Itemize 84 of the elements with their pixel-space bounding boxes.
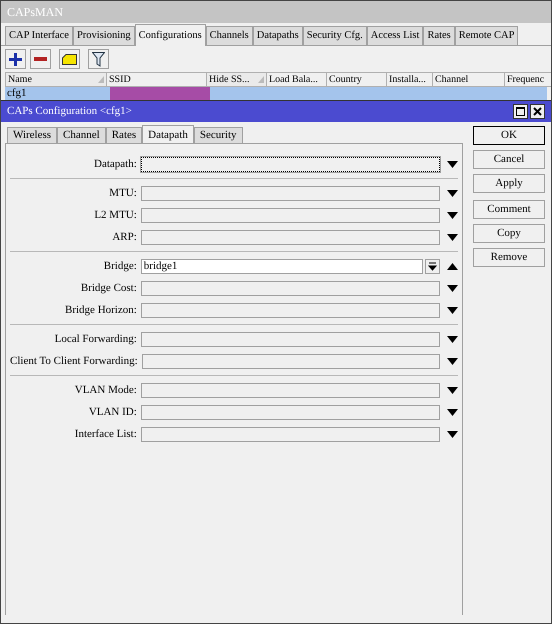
table-row[interactable]: cfg1 <box>5 87 547 100</box>
filter-icon <box>92 52 105 66</box>
field-label: MTU: <box>108 186 138 201</box>
add-button[interactable] <box>5 49 26 69</box>
dialog-button[interactable]: Cancel <box>473 150 545 169</box>
tab[interactable]: Channel <box>57 127 106 143</box>
column-header[interactable]: Channel <box>433 72 505 87</box>
dialog-title: CAPs Configuration <cfg1> <box>7 104 132 120</box>
tab[interactable]: Security Cfg. <box>302 26 367 45</box>
field-label: Bridge: <box>102 258 138 274</box>
input-field[interactable] <box>140 302 440 318</box>
down-arrow-icon[interactable] <box>447 160 458 168</box>
input-field[interactable] <box>140 230 440 244</box>
field-label: Bridge Horizon: <box>64 302 138 318</box>
down-arrow-icon[interactable] <box>447 234 458 240</box>
down-arrow-icon[interactable] <box>447 284 458 292</box>
field-label: Datapath: <box>93 156 138 172</box>
input-field[interactable] <box>142 354 440 368</box>
input-field[interactable]: bridge1 <box>140 258 424 274</box>
column-header[interactable]: Hide SS... <box>207 72 267 87</box>
input-field[interactable] <box>140 404 440 420</box>
tab[interactable]: CAP Interface <box>5 26 73 45</box>
down-arrow-icon[interactable] <box>447 386 458 394</box>
input-field[interactable] <box>140 280 440 296</box>
dialog-button[interactable]: Remove <box>473 248 545 267</box>
field-label: ARP: <box>111 230 138 245</box>
comment-button[interactable] <box>59 49 80 69</box>
tab[interactable]: Access List <box>366 26 424 45</box>
down-arrow-icon[interactable] <box>447 190 458 196</box>
column-header[interactable]: Country <box>327 72 387 87</box>
down-arrow-icon[interactable] <box>447 212 458 218</box>
input-field[interactable] <box>140 186 440 200</box>
column-header[interactable]: Load Bala... <box>267 72 327 87</box>
tab[interactable]: Datapaths <box>252 26 303 45</box>
input-field[interactable] <box>140 382 440 398</box>
down-arrow-icon[interactable] <box>447 358 458 364</box>
input-field[interactable] <box>140 426 440 442</box>
table-cell-text: cfg1 <box>6 87 28 100</box>
tab[interactable]: Wireless <box>7 127 58 143</box>
tab[interactable]: Remote CAP <box>454 26 518 45</box>
maximize-button[interactable] <box>513 104 528 119</box>
field-label: VLAN ID: <box>88 404 138 420</box>
sort-icon <box>98 76 104 83</box>
close-icon <box>533 107 542 116</box>
column-header[interactable]: Name <box>5 72 107 87</box>
dialog-button[interactable]: Comment <box>473 200 545 219</box>
input-field[interactable] <box>140 332 440 346</box>
tab[interactable]: Datapath <box>142 125 194 144</box>
tab[interactable]: Provisioning <box>72 26 135 45</box>
column-header[interactable]: Installa... <box>387 72 433 87</box>
tab[interactable]: Configurations <box>134 24 206 46</box>
field-label: Interface List: <box>74 426 138 442</box>
down-arrow-icon[interactable] <box>447 430 458 438</box>
column-header[interactable]: SSID <box>107 72 207 87</box>
remove-button[interactable] <box>30 49 51 69</box>
tab[interactable]: Rates <box>106 127 142 143</box>
input-field[interactable] <box>140 208 440 222</box>
field-label: L2 MTU: <box>93 208 138 223</box>
filter-button[interactable] <box>88 49 109 69</box>
field-label: VLAN Mode: <box>74 382 138 398</box>
field-label: Local Forwarding: <box>54 332 138 347</box>
column-header[interactable]: Frequenc <box>505 72 551 87</box>
plus-icon <box>9 52 22 66</box>
maximize-icon <box>516 107 525 116</box>
minus-icon <box>34 57 47 61</box>
tab[interactable]: Channels <box>206 26 253 45</box>
tab[interactable]: Security <box>194 127 243 143</box>
dropdown-icon <box>428 262 438 270</box>
sort-icon <box>258 76 264 83</box>
window-title: CAPsMAN <box>7 4 64 21</box>
field-label: Bridge Cost: <box>80 280 138 296</box>
tab[interactable]: Rates <box>423 26 455 45</box>
dialog-button[interactable]: Apply <box>473 174 545 193</box>
field-label: Client To Client Forwarding: <box>10 354 139 369</box>
down-arrow-icon[interactable] <box>447 306 458 314</box>
up-arrow-icon[interactable] <box>447 262 458 270</box>
down-arrow-icon[interactable] <box>447 408 458 416</box>
input-field[interactable] <box>140 156 440 172</box>
down-arrow-icon[interactable] <box>447 336 458 342</box>
note-icon <box>62 54 77 64</box>
close-button[interactable] <box>530 104 545 119</box>
dropdown-button[interactable] <box>425 258 440 274</box>
dialog-button[interactable]: Copy <box>473 224 545 243</box>
dialog-button[interactable]: OK <box>473 126 545 145</box>
